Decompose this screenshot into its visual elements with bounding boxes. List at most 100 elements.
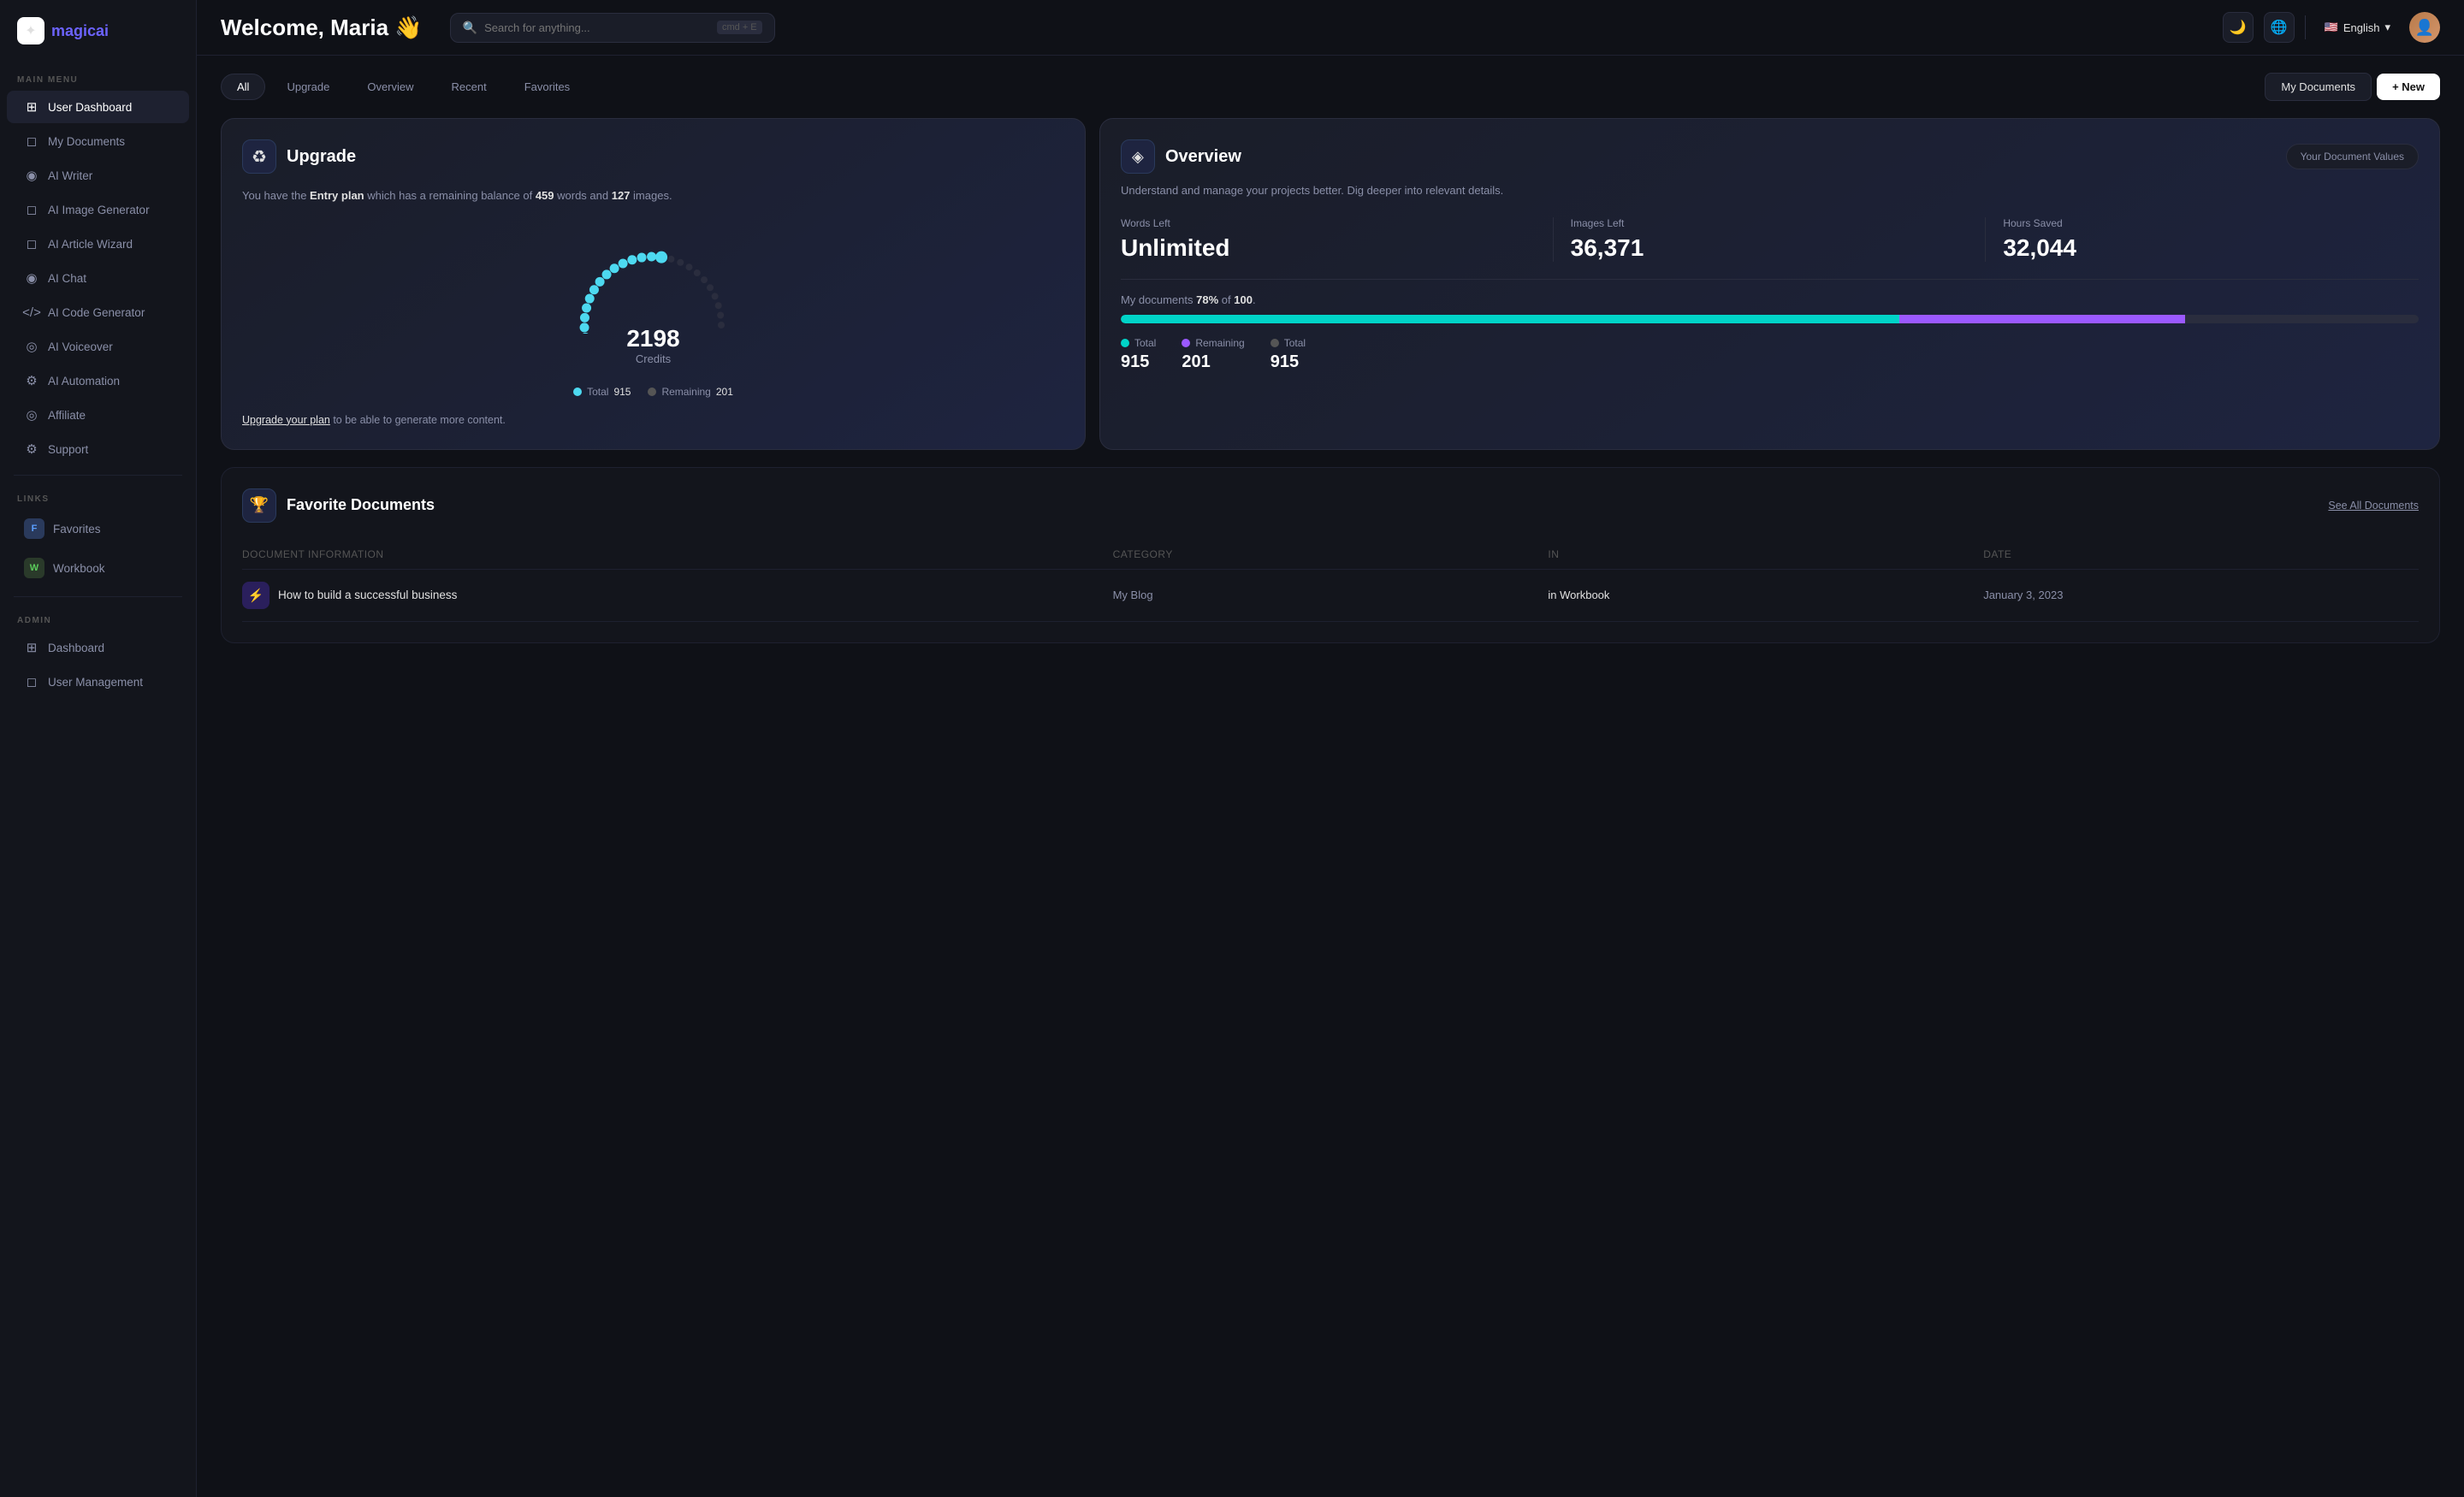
sidebar-item-my-documents[interactable]: ◻ My Documents: [7, 125, 189, 157]
article-icon: ◻: [24, 236, 39, 251]
sidebar-item-user-management[interactable]: ◻ User Management: [7, 666, 189, 698]
sidebar-item-label: User Dashboard: [48, 101, 132, 114]
search-shortcut: cmd + E: [717, 21, 762, 34]
upgrade-link-anchor[interactable]: Upgrade your plan: [242, 414, 330, 426]
overview-header: ◈ Overview Your Document Values: [1121, 139, 2419, 174]
sidebar-item-favorites[interactable]: F Favorites: [7, 510, 189, 547]
stat-images-label: Images Left: [1571, 217, 1969, 229]
my-documents-button[interactable]: My Documents: [2265, 73, 2372, 101]
overview-description: Understand and manage your projects bett…: [1121, 182, 2419, 200]
page-title: Welcome, Maria 👋: [221, 15, 423, 41]
progress-legend-remaining-text: Remaining: [1195, 337, 1244, 349]
sidebar-item-ai-chat[interactable]: ◉ AI Chat: [7, 262, 189, 294]
admin-dashboard-icon: ⊞: [24, 640, 39, 655]
stat-hours-saved: Hours Saved 32,044: [1986, 217, 2419, 262]
sidebar-item-workbook[interactable]: W Workbook: [7, 549, 189, 587]
language-label: English: [2343, 21, 2380, 34]
progress-dot-purple: [1182, 339, 1190, 347]
sidebar-item-affiliate[interactable]: ◎ Affiliate: [7, 399, 189, 431]
filter-tab-recent[interactable]: Recent: [435, 74, 503, 100]
overview-card: ◈ Overview Your Document Values Understa…: [1099, 118, 2440, 450]
filter-tab-all[interactable]: All: [221, 74, 265, 100]
filter-tab-favorites[interactable]: Favorites: [508, 74, 586, 100]
sidebar-item-ai-voiceover[interactable]: ◎ AI Voiceover: [7, 330, 189, 363]
filter-bar: All Upgrade Overview Recent Favorites My…: [221, 73, 2440, 101]
workbook-badge: W: [24, 558, 44, 578]
doc-row-in: in Workbook: [1548, 589, 1983, 601]
stats-row: Words Left Unlimited Images Left 36,371 …: [1121, 217, 2419, 280]
sidebar-item-ai-image-generator[interactable]: ◻ AI Image Generator: [7, 193, 189, 226]
automation-icon: ⚙: [24, 373, 39, 388]
progress-legend-total2-value: 915: [1270, 352, 1306, 372]
language-flag: 🇺🇸: [2325, 21, 2338, 34]
sidebar-item-ai-automation[interactable]: ⚙ AI Automation: [7, 364, 189, 397]
filter-tab-overview[interactable]: Overview: [351, 74, 429, 100]
sidebar-item-label: AI Chat: [48, 272, 86, 285]
col-in: In: [1548, 548, 1983, 560]
sidebar-item-support[interactable]: ⚙ Support: [7, 433, 189, 465]
overview-icon: ◈: [1121, 139, 1155, 174]
sidebar-item-label: AI Image Generator: [48, 204, 150, 216]
cards-row: ♻ Upgrade You have the Entry plan which …: [221, 118, 2440, 450]
filter-tab-upgrade[interactable]: Upgrade: [270, 74, 346, 100]
favorite-documents-card: 🏆 Favorite Documents See All Documents D…: [221, 467, 2440, 643]
search-bar[interactable]: 🔍 cmd + E: [450, 13, 775, 43]
new-button[interactable]: + New: [2377, 74, 2440, 100]
legend-remaining-label: Remaining: [661, 386, 710, 398]
progress-legend-total-value: 915: [1121, 352, 1156, 372]
doc-row-icon: ⚡: [242, 582, 270, 609]
sidebar-item-admin-dashboard[interactable]: ⊞ Dashboard: [7, 631, 189, 664]
col-document-info: Document Information: [242, 548, 1113, 560]
upgrade-icon: ♻: [242, 139, 276, 174]
progress-dot-cyan: [1121, 339, 1129, 347]
theme-toggle-button[interactable]: 🌙: [2223, 12, 2254, 43]
see-all-documents-link[interactable]: See All Documents: [2328, 500, 2419, 512]
gauge-label: Credits: [636, 352, 671, 365]
doc-values-button[interactable]: Your Document Values: [2286, 144, 2419, 169]
topbar: Welcome, Maria 👋 🔍 cmd + E 🌙 🌐 🇺🇸 Englis…: [197, 0, 2464, 56]
stat-hours-label: Hours Saved: [2003, 217, 2402, 229]
fav-docs-title: Favorite Documents: [287, 496, 435, 514]
search-input[interactable]: [484, 21, 710, 34]
sidebar-item-ai-code-generator[interactable]: </> AI Code Generator: [7, 296, 189, 328]
legend-total: Total 915: [573, 386, 631, 398]
sidebar-item-label: AI Automation: [48, 375, 120, 388]
progress-legend-total: Total 915: [1121, 337, 1156, 372]
logo[interactable]: ✦ magicai: [0, 17, 196, 65]
fav-docs-header-left: 🏆 Favorite Documents: [242, 488, 435, 523]
sidebar: ✦ magicai MAIN MENU ⊞ User Dashboard ◻ M…: [0, 0, 197, 1497]
stat-words-value: Unlimited: [1121, 234, 1536, 262]
image-icon: ◻: [24, 202, 39, 217]
upgrade-link: Upgrade your plan to be able to generate…: [242, 411, 1064, 429]
admin-label: ADMIN: [0, 606, 196, 630]
progress-legend-remaining-value: 201: [1182, 352, 1244, 372]
legend-remaining: Remaining 201: [648, 386, 732, 398]
sidebar-item-label: Affiliate: [48, 409, 86, 422]
table-header: Document Information Category In Date: [242, 540, 2419, 570]
progress-legend-total2-text: Total: [1284, 337, 1306, 349]
app-name: magicai: [51, 22, 109, 40]
col-date: Date: [1983, 548, 2419, 560]
sidebar-item-label: AI Article Wizard: [48, 238, 133, 251]
main-menu-label: MAIN MENU: [0, 65, 196, 90]
stat-words-left: Words Left Unlimited: [1121, 217, 1554, 262]
fav-docs-header: 🏆 Favorite Documents See All Documents: [242, 488, 2419, 523]
globe-button[interactable]: 🌐: [2264, 12, 2295, 43]
sidebar-item-user-dashboard[interactable]: ⊞ User Dashboard: [7, 91, 189, 123]
sidebar-item-ai-writer[interactable]: ◉ AI Writer: [7, 159, 189, 192]
content-area: All Upgrade Overview Recent Favorites My…: [197, 56, 2464, 1497]
overview-title: Overview: [1165, 147, 1241, 167]
links-label: LINKS: [0, 484, 196, 509]
sidebar-item-ai-article-wizard[interactable]: ◻ AI Article Wizard: [7, 228, 189, 260]
user-avatar[interactable]: 👤: [2409, 12, 2440, 43]
sidebar-item-label: AI Voiceover: [48, 340, 113, 353]
upgrade-title: Upgrade: [287, 147, 356, 167]
progress-legend-remaining: Remaining 201: [1182, 337, 1244, 372]
overview-header-left: ◈ Overview: [1121, 139, 1241, 174]
support-icon: ⚙: [24, 441, 39, 457]
progress-dot-gray: [1270, 339, 1279, 347]
gauge-legend: Total 915 Remaining 201: [242, 386, 1064, 398]
progress-legend-total2-label: Total: [1270, 337, 1306, 349]
chat-icon: ◉: [24, 270, 39, 286]
language-selector[interactable]: 🇺🇸 English ▾: [2316, 15, 2399, 39]
